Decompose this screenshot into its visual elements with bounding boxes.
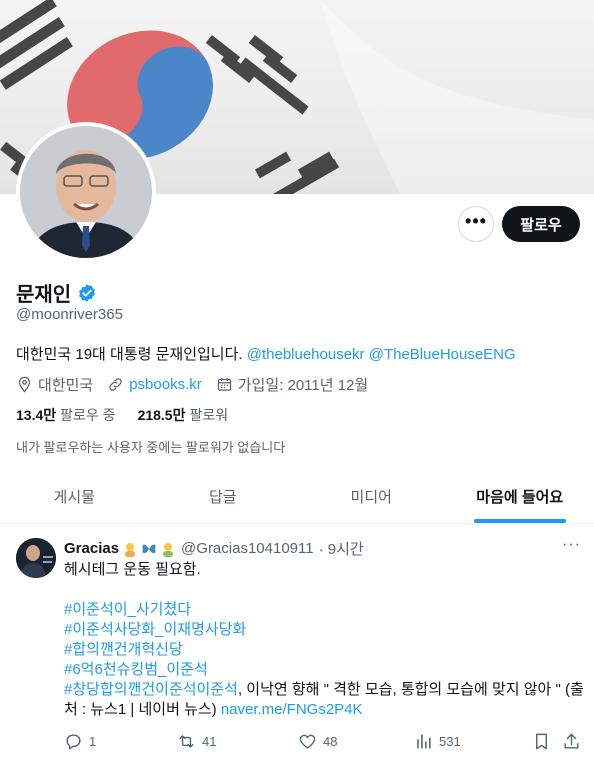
profile-bio: 대한민국 19대 대통령 문재인입니다. @thebluehousekr @Th… <box>16 343 516 364</box>
tweet-last-paragraph: #창당합의깬건이준석이준석, 이낙연 향해 " 격한 모습, 통합의 모습에 맞… <box>64 680 584 720</box>
follow-button[interactable]: 팔로우 <box>502 206 580 242</box>
profile-stats: 13.4만 팔로우 중 218.5만 팔로워 <box>16 405 228 425</box>
profile-tabs: 게시물 답글 미디어 마음에 들어요 <box>0 470 594 524</box>
following-count: 13.4만 <box>16 407 57 423</box>
tab-replies[interactable]: 답글 <box>149 470 298 523</box>
share-icon <box>564 733 579 749</box>
profile-name: 문재인 <box>16 284 72 306</box>
bio-text: 대한민국 19대 대통령 문재인입니다. <box>16 346 243 363</box>
calendar-icon <box>217 378 231 391</box>
like-count: 48 <box>323 734 338 749</box>
joined-text: 가입일: 2011년 12월 <box>237 377 369 394</box>
tweet-line: 헤시테그 운동 필요함. <box>64 561 201 578</box>
reply-count: 1 <box>89 734 97 749</box>
tweet-text: 헤시테그 운동 필요함. #이준석이_사기쳤다 #이준석사당화_이재명사당화 #… <box>64 560 584 720</box>
butterfly-emoji-icon <box>142 543 156 553</box>
hashtag[interactable]: #이준석이_사기쳤다 <box>64 600 584 620</box>
tab-likes[interactable]: 마음에 들어요 <box>446 470 594 523</box>
profile-meta: 대한민국 psbooks.kr 가입일: 2011년 12월 <box>16 374 382 395</box>
tweet-author-name[interactable]: Gracias <box>64 540 119 557</box>
reply-icon <box>66 734 81 750</box>
followers-stat[interactable]: 218.5만 팔로워 <box>138 405 229 425</box>
link-icon <box>109 378 122 391</box>
location-icon <box>18 376 31 393</box>
tweet-author-handle[interactable]: @Gracias10410911 <box>181 540 314 557</box>
profile-avatar[interactable] <box>16 122 156 262</box>
retweet-count: 41 <box>202 734 217 749</box>
hashtag[interactable]: #합의깬건개혁신당 <box>64 640 584 660</box>
retweet-icon <box>179 735 194 748</box>
followers-count: 218.5만 <box>137 407 186 423</box>
hashtag[interactable]: #이준석사당화_이재명사당화 <box>64 620 584 640</box>
person-emoji-icon <box>125 542 136 557</box>
verified-badge-icon[interactable] <box>77 283 97 303</box>
profile-location: 대한민국 <box>16 374 93 395</box>
tweet-header: Gracias @Gracias10410911 · 9시간 <box>64 538 364 559</box>
bookmark-icon <box>536 733 547 750</box>
tab-posts[interactable]: 게시물 <box>0 470 149 523</box>
reply-action[interactable]: 1 <box>64 732 96 751</box>
website-link[interactable]: psbooks.kr <box>129 376 202 393</box>
profile-name-row: 문재인 <box>16 278 97 307</box>
views-count: 531 <box>439 734 461 749</box>
share-button[interactable] <box>562 732 581 751</box>
bio-link-bluehouseeng[interactable]: @TheBlueHouseENG <box>369 346 516 363</box>
tweet-more-button[interactable]: ··· <box>562 536 581 554</box>
tweet-link[interactable]: naver.me/FNGs2P4K <box>221 701 363 718</box>
profile-website[interactable]: psbooks.kr <box>107 376 202 393</box>
more-options-label: ••• <box>465 211 487 231</box>
tweet-author-avatar[interactable] <box>16 538 56 578</box>
tweet-actions: 1 41 48 531 <box>64 732 584 752</box>
hashtag[interactable]: #6억6천슈킹범_이준석 <box>64 660 584 680</box>
person-emoji-icon <box>163 542 174 557</box>
bio-link-bluehousekr[interactable]: @thebluehousekr <box>247 346 365 363</box>
like-action[interactable]: 48 <box>298 732 337 751</box>
avatar-photo <box>20 126 152 258</box>
tab-media[interactable]: 미디어 <box>297 470 446 523</box>
tweet-time[interactable]: · 9시간 <box>319 538 364 559</box>
like-icon <box>299 734 316 749</box>
following-stat[interactable]: 13.4만 팔로우 중 <box>16 405 116 425</box>
bookmark-button[interactable] <box>532 732 551 751</box>
known-followers-note: 내가 팔로우하는 사용자 중에는 팔로워가 없습니다 <box>16 440 286 455</box>
following-label: 팔로우 중 <box>60 407 116 423</box>
profile-handle: @moonriver365 <box>16 306 123 323</box>
more-options-button[interactable]: ••• <box>458 206 494 242</box>
location-text: 대한민국 <box>38 377 94 394</box>
profile-joined: 가입일: 2011년 12월 <box>216 374 368 395</box>
followers-label: 팔로워 <box>189 407 229 423</box>
hashtag[interactable]: #창당합의깬건이준석이준석 <box>64 681 238 698</box>
retweet-action[interactable]: 41 <box>177 732 216 751</box>
views-action[interactable]: 531 <box>414 732 461 751</box>
views-icon <box>417 734 431 749</box>
